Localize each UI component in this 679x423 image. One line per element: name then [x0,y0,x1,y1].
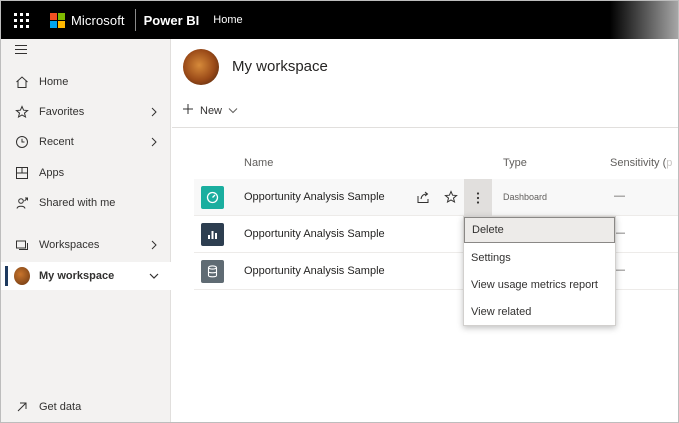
sidebar-item-shared-with-me[interactable]: Shared with me [1,189,171,217]
app-window: Microsoft Power BI Home Home Favorites R… [0,0,679,423]
apps-icon [14,165,30,181]
sidebar: Home Favorites Recent Apps Shared with m… [1,39,171,422]
sidebar-item-label: Workspaces [39,239,100,251]
app-launcher-button[interactable] [1,1,41,39]
share-icon[interactable] [416,190,430,204]
divider [172,127,678,128]
item-name[interactable]: Opportunity Analysis Sample [244,191,385,203]
avatar [14,267,30,285]
brand-name: Microsoft [71,12,125,28]
star-icon [14,104,30,120]
item-sensitivity: — [614,190,625,202]
sidebar-item-label: Recent [39,136,74,148]
table-row[interactable]: Opportunity Analysis Sample Dashboard — [194,179,678,216]
sidebar-item-label: Favorites [39,106,85,118]
home-icon [14,74,30,90]
microsoft-logo-icon [50,12,65,28]
sidebar-item-my-workspace[interactable]: My workspace [1,262,171,290]
workspace-avatar [183,49,219,85]
favorite-star-icon[interactable] [444,190,458,204]
chevron-right-icon[interactable] [149,240,159,250]
get-data-button[interactable]: Get data [1,393,171,421]
page-title: My workspace [232,58,328,75]
sidebar-item-label: Home [39,76,69,88]
breadcrumb-home[interactable]: Home [213,14,242,26]
new-button[interactable]: New [182,103,238,118]
item-name[interactable]: Opportunity Analysis Sample [244,228,385,240]
sidebar-item-label: Apps [39,167,65,179]
sidebar-item-label: Shared with me [39,197,116,209]
column-header-sensitivity-fade: p [666,157,673,169]
column-header-name[interactable]: Name [244,157,273,169]
hamburger-menu-icon[interactable] [15,45,29,57]
menu-item-view-usage-metrics[interactable]: View usage metrics report [464,272,615,298]
column-header-sensitivity[interactable]: Sensitivity (p [610,157,672,169]
chevron-down-icon[interactable] [149,271,159,281]
context-menu: Delete Settings View usage metrics repor… [463,216,616,326]
report-icon [201,223,224,246]
column-header-type[interactable]: Type [503,157,527,169]
waffle-icon [13,12,29,28]
more-options-button[interactable] [464,179,492,216]
sidebar-item-recent[interactable]: Recent [1,128,171,156]
top-divider [134,9,136,31]
chevron-right-icon[interactable] [149,107,159,117]
app-name[interactable]: Power BI [144,13,200,28]
new-button-label: New [200,104,223,117]
workspaces-icon [14,237,30,253]
get-data-label: Get data [39,401,82,413]
sidebar-item-home[interactable]: Home [1,68,171,96]
menu-item-settings[interactable]: Settings [464,245,615,271]
column-header-sensitivity-text: Sensitivity ( [610,157,667,169]
sidebar-item-favorites[interactable]: Favorites [1,98,171,126]
arrow-up-right-icon [14,399,30,415]
dataset-icon [201,260,224,283]
chevron-right-icon[interactable] [149,137,159,147]
shared-icon [14,195,30,211]
dashboard-icon [201,186,224,209]
menu-item-delete[interactable]: Delete [464,217,615,243]
more-vertical-icon [476,191,480,204]
top-bar: Microsoft Power BI Home [1,1,678,39]
sidebar-item-label: My workspace [39,270,115,282]
sidebar-item-workspaces[interactable]: Workspaces [1,231,171,259]
clock-icon [14,134,30,150]
sidebar-item-apps[interactable]: Apps [1,159,171,187]
menu-item-view-related[interactable]: View related [464,299,615,325]
chevron-down-icon [228,105,238,117]
item-name[interactable]: Opportunity Analysis Sample [244,265,385,277]
plus-icon [182,103,194,118]
item-type: Dashboard [503,192,548,202]
